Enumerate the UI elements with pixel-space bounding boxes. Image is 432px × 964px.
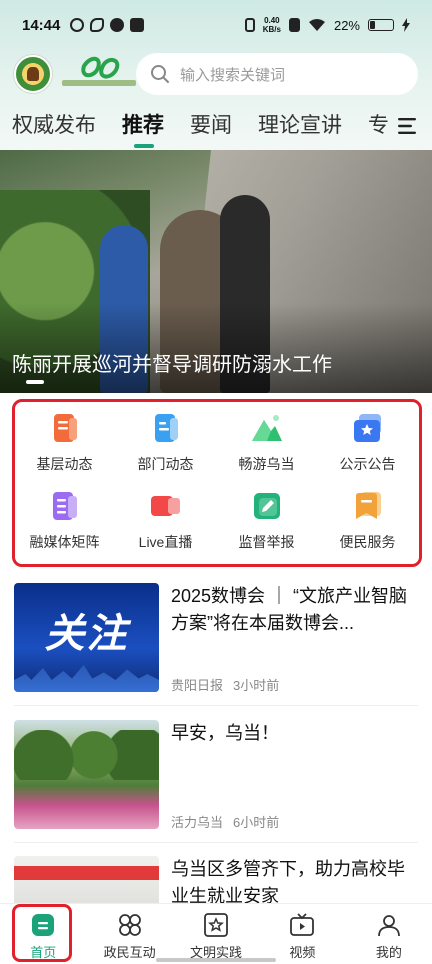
tab-partial[interactable]: 专 [368,104,388,150]
thumbnail-trees [14,730,159,780]
grid-item-label: 公示公告 [339,456,396,472]
weibo-notification-icon [110,18,125,32]
thumbnail-text: 关注 [44,612,129,656]
profile-icon [377,915,400,937]
nav-profile[interactable]: 我的 [346,904,432,964]
channel-menu-icon[interactable] [398,117,418,135]
news-title: 乌当区多管齐下，助力高校毕业生就业安家 [171,859,405,903]
news-title: 2025数博会 ｜ “文旅产业智脑方案”将在本届数博会... [171,586,408,633]
status-bar: 14:44 0.40 KB/s 22% [0,0,432,50]
network-speed: 0.40 KB/s [263,16,281,34]
gesture-bar[interactable] [156,958,276,962]
grid-item-label: Live直播 [138,534,193,550]
sim-off-icon [288,18,300,32]
grid-item-label: 融媒体矩阵 [29,534,100,550]
news-thumbnail [14,720,159,829]
tab-theory[interactable]: 理论宣讲 [258,104,342,150]
grid-item-supervision-report[interactable]: 监督举报 [216,484,317,562]
media-matrix-icon [52,492,77,520]
video-icon [290,913,315,936]
announcement-icon [353,414,381,442]
news-item[interactable]: 早安，乌当！ 活力乌当 6小时前 [0,720,432,840]
news-divider [14,705,418,706]
news-time: 3小时前 [233,678,280,693]
mountain-icon [251,415,282,441]
nav-civilization[interactable]: 文明实践 [173,904,259,964]
live-video-icon [150,496,180,516]
charging-icon [402,18,410,32]
nav-video[interactable]: 视频 [259,904,345,964]
app-notification-icon [70,18,85,32]
battery-percent: 22% [333,17,360,33]
search-placeholder: 输入搜索关键词 [180,66,286,84]
tab-authority-release[interactable]: 权威发布 [12,104,96,150]
report-pen-icon [253,493,280,519]
nav-label: 视频 [289,945,316,960]
featured-banner[interactable]: 陈丽开展巡河并督导调研防溺水工作 [0,150,432,393]
civilization-star-icon [204,913,228,937]
brand-logo [62,56,136,92]
network-speed-value: 0.40 [264,16,280,25]
status-time: 14:44 [22,16,61,34]
app-header: 输入搜索关键词 [0,50,432,98]
grid-item-label: 基层动态 [36,456,93,472]
thumbnail-skyline [14,665,159,692]
news-source: 贵阳日报 [171,678,224,693]
network-speed-unit: KB/s [262,25,281,34]
tiktok-notification-icon [130,18,145,32]
news-item[interactable]: 关注 2025数博会 ｜ “文旅产业智脑方案”将在本届数博会... 贵阳日报 3小… [0,583,432,703]
grid-item-live[interactable]: Live直播 [115,484,216,562]
grid-item-department-news[interactable]: 部门动态 [115,406,216,484]
grid-item-announcements[interactable]: 公示公告 [317,406,418,484]
grid-item-grassroots-news[interactable]: 基层动态 [14,406,115,484]
grid-item-public-service[interactable]: 便民服务 [317,484,418,562]
news-source: 活力乌当 [171,815,224,830]
search-icon [151,65,169,83]
wifi-icon [308,19,325,31]
grid-item-tour-wudang[interactable]: 畅游乌当 [216,406,317,484]
news-divider [14,842,418,843]
banner-title: 陈丽开展巡河并督导调研防溺水工作 [12,354,332,376]
nav-label: 政民互动 [103,945,156,960]
news-thumbnail [14,856,159,903]
grid-item-media-matrix[interactable]: 融媒体矩阵 [14,484,115,562]
department-doc-icon [154,414,178,442]
banner-page-indicator [26,380,44,384]
vibrate-icon [244,18,255,32]
news-time: 6小时前 [233,815,280,830]
news-item[interactable]: 乌当区多管齐下，助力高校毕业生就业安家 [0,856,432,903]
nav-label: 我的 [375,945,402,960]
grid-item-label: 监督举报 [238,534,295,550]
county-emblem-logo [14,55,52,93]
tab-recommend[interactable]: 推荐 [122,104,164,150]
service-bookmark-icon [355,492,381,519]
news-title: 早安，乌当！ [171,723,279,743]
notification-icons [70,18,145,32]
battery-icon [368,19,394,31]
grid-item-label: 畅游乌当 [238,456,295,472]
search-bar[interactable]: 输入搜索关键词 [136,53,418,95]
grid-item-label: 部门动态 [137,456,194,472]
interaction-icon [118,914,141,936]
quick-access-grid: 基层动态 部门动态 畅游乌当 公示公告 融媒体矩阵 Live直播 监督举报 便民… [14,406,418,562]
news-meta: 活力乌当 6小时前 [171,812,289,831]
thumbnail-banner [14,866,159,880]
news-thumbnail: 关注 [14,583,159,692]
grid-item-label: 便民服务 [339,534,396,550]
news-meta: 贵阳日报 3小时前 [171,675,289,694]
nav-interaction[interactable]: 政民互动 [86,904,172,964]
nav-home-highlight [12,904,72,962]
news-doc-icon [53,414,77,442]
sync-notification-icon [90,18,105,32]
tab-headlines[interactable]: 要闻 [190,104,232,150]
